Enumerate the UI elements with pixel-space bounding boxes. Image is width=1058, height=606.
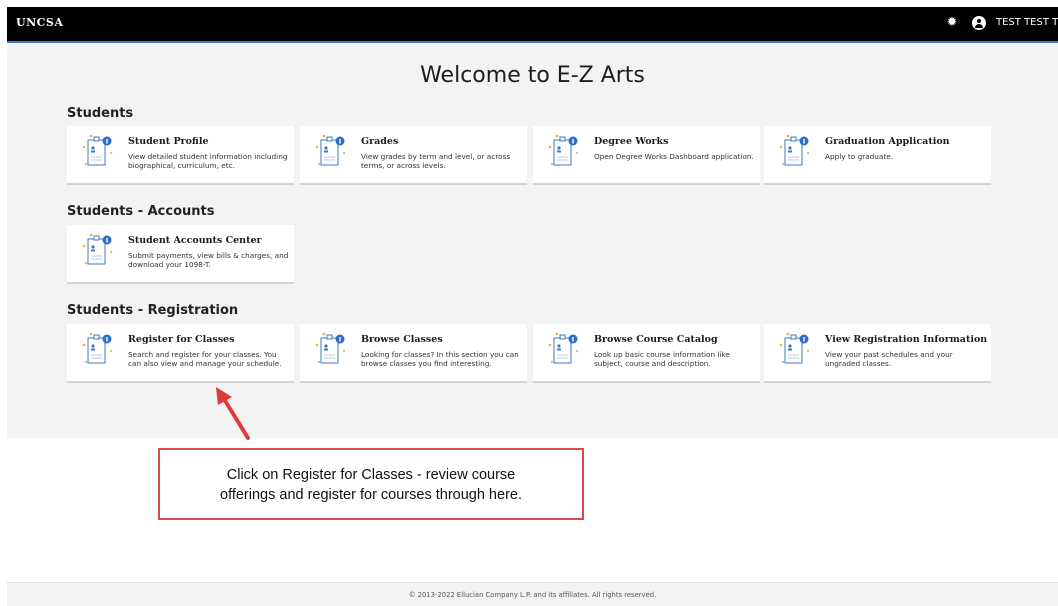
- card-description: Submit payments, view bills & charges, a…: [128, 251, 289, 269]
- card-description: View detailed student information includ…: [128, 152, 288, 170]
- top-bar: UNCSA ✹ TEST TEST TEST: [7, 7, 1058, 43]
- section-heading-students: Students: [67, 106, 134, 121]
- card-degree-works[interactable]: Degree Works Open Degree Works Dashboard…: [533, 126, 760, 185]
- callout-line-1: Click on Register for Classes - review c…: [226, 467, 516, 483]
- profile-document-icon: [315, 332, 346, 364]
- section-heading-students-accounts: Students - Accounts: [67, 204, 215, 219]
- card-description: Look up basic course information like su…: [594, 350, 730, 368]
- card-student-profile[interactable]: Student Profile View detailed student in…: [67, 126, 294, 185]
- card-title: Browse Course Catalog: [594, 334, 718, 345]
- profile-document-icon: [779, 332, 810, 364]
- card-description: Search and register for your classes. Yo…: [128, 350, 282, 368]
- card-browse-course-catalog[interactable]: Browse Course Catalog Look up basic cour…: [533, 324, 760, 383]
- footer-copyright: © 2013-2022 Ellucian Company L.P. and it…: [7, 582, 1058, 606]
- card-title: Browse Classes: [361, 334, 443, 345]
- card-description: View your past schedules and your ungrad…: [825, 350, 953, 368]
- card-student-accounts-center[interactable]: Student Accounts Center Submit payments,…: [67, 225, 294, 284]
- instruction-callout: Click on Register for Classes - review c…: [158, 448, 584, 520]
- card-graduation-application[interactable]: Graduation Application Apply to graduate…: [764, 126, 991, 185]
- card-title: View Registration Information: [825, 334, 988, 345]
- red-arrow-annotation: [216, 387, 250, 440]
- profile-document-icon: [82, 332, 113, 364]
- profile-document-icon: [82, 233, 113, 265]
- callout-line-2: offerings and register for courses throu…: [220, 487, 522, 503]
- card-browse-classes[interactable]: Browse Classes Looking for classes? In t…: [300, 324, 527, 383]
- card-title: Register for Classes: [128, 334, 235, 345]
- page-title: Welcome to E-Z Arts: [420, 63, 645, 88]
- logo[interactable]: UNCSA: [16, 16, 63, 29]
- card-register-for-classes[interactable]: Register for Classes Search and register…: [67, 324, 294, 383]
- profile-document-icon: [82, 134, 113, 166]
- card-description: Looking for classes? In this section you…: [361, 350, 519, 368]
- card-title: Graduation Application: [825, 136, 950, 147]
- profile-document-icon: [779, 134, 810, 166]
- card-description: Open Degree Works Dashboard application.: [594, 152, 754, 161]
- card-description: Apply to graduate.: [825, 152, 894, 161]
- user-icon[interactable]: [972, 16, 986, 30]
- card-description: View grades by term and level, or across…: [361, 152, 511, 170]
- card-view-registration-information[interactable]: View Registration Information View your …: [764, 324, 991, 383]
- profile-document-icon: [315, 134, 346, 166]
- card-title: Degree Works: [594, 136, 669, 147]
- app-frame: UNCSA ✹ TEST TEST TEST Welcome to E-Z Ar…: [7, 7, 1058, 606]
- card-title: Grades: [361, 136, 399, 147]
- card-title: Student Profile: [128, 136, 209, 147]
- profile-document-icon: [548, 332, 579, 364]
- gear-icon[interactable]: ✹: [945, 16, 959, 30]
- card-grades[interactable]: Grades View grades by term and level, or…: [300, 126, 527, 185]
- card-title: Student Accounts Center: [128, 235, 262, 246]
- section-heading-students-registration: Students - Registration: [67, 303, 239, 318]
- profile-document-icon: [548, 134, 579, 166]
- user-name[interactable]: TEST TEST TEST: [996, 17, 1058, 28]
